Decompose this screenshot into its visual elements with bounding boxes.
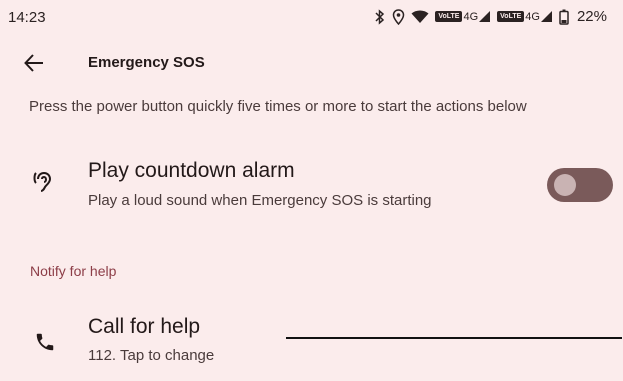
battery-percent: 22% — [576, 8, 607, 25]
play-countdown-alarm-row[interactable]: Play countdown alarm Play a loud sound w… — [0, 152, 623, 222]
status-icons: VoLTE 4G VoLTE 4G 22% — [374, 8, 607, 25]
battery-icon — [559, 9, 569, 25]
alarm-subtitle: Play a loud sound when Emergency SOS is … — [88, 192, 432, 209]
signal-icon — [540, 11, 552, 22]
status-bar: 14:23 VoLTE 4G VoLTE 4G 22% — [0, 0, 623, 34]
signal-sim1: VoLTE 4G — [435, 10, 491, 23]
alarm-toggle[interactable] — [547, 168, 613, 202]
volte-badge: VoLTE — [435, 11, 463, 22]
network-type: 4G — [463, 10, 479, 23]
divider-line — [286, 337, 622, 339]
arrow-back-icon — [24, 54, 43, 72]
bluetooth-icon — [374, 8, 386, 25]
alarm-title: Play countdown alarm — [88, 159, 295, 182]
call-for-help-row[interactable]: Call for help 112. Tap to change — [0, 308, 623, 370]
signal-sim2: VoLTE 4G — [497, 10, 553, 23]
page-title: Emergency SOS — [88, 54, 205, 71]
app-bar: Emergency SOS — [0, 34, 623, 92]
wifi-icon — [411, 10, 429, 24]
section-header: Notify for help — [30, 263, 117, 279]
phone-icon — [33, 330, 57, 354]
location-icon — [392, 8, 405, 25]
status-time: 14:23 — [8, 9, 46, 26]
signal-icon — [479, 11, 491, 22]
volte-badge: VoLTE — [497, 11, 525, 22]
call-title: Call for help — [88, 315, 201, 338]
description-text: Press the power button quickly five time… — [29, 98, 527, 115]
call-subtitle: 112. Tap to change — [88, 347, 215, 364]
toggle-thumb — [554, 174, 576, 196]
back-button[interactable] — [20, 49, 48, 77]
hearing-icon — [33, 170, 57, 194]
network-type: 4G — [525, 10, 540, 23]
